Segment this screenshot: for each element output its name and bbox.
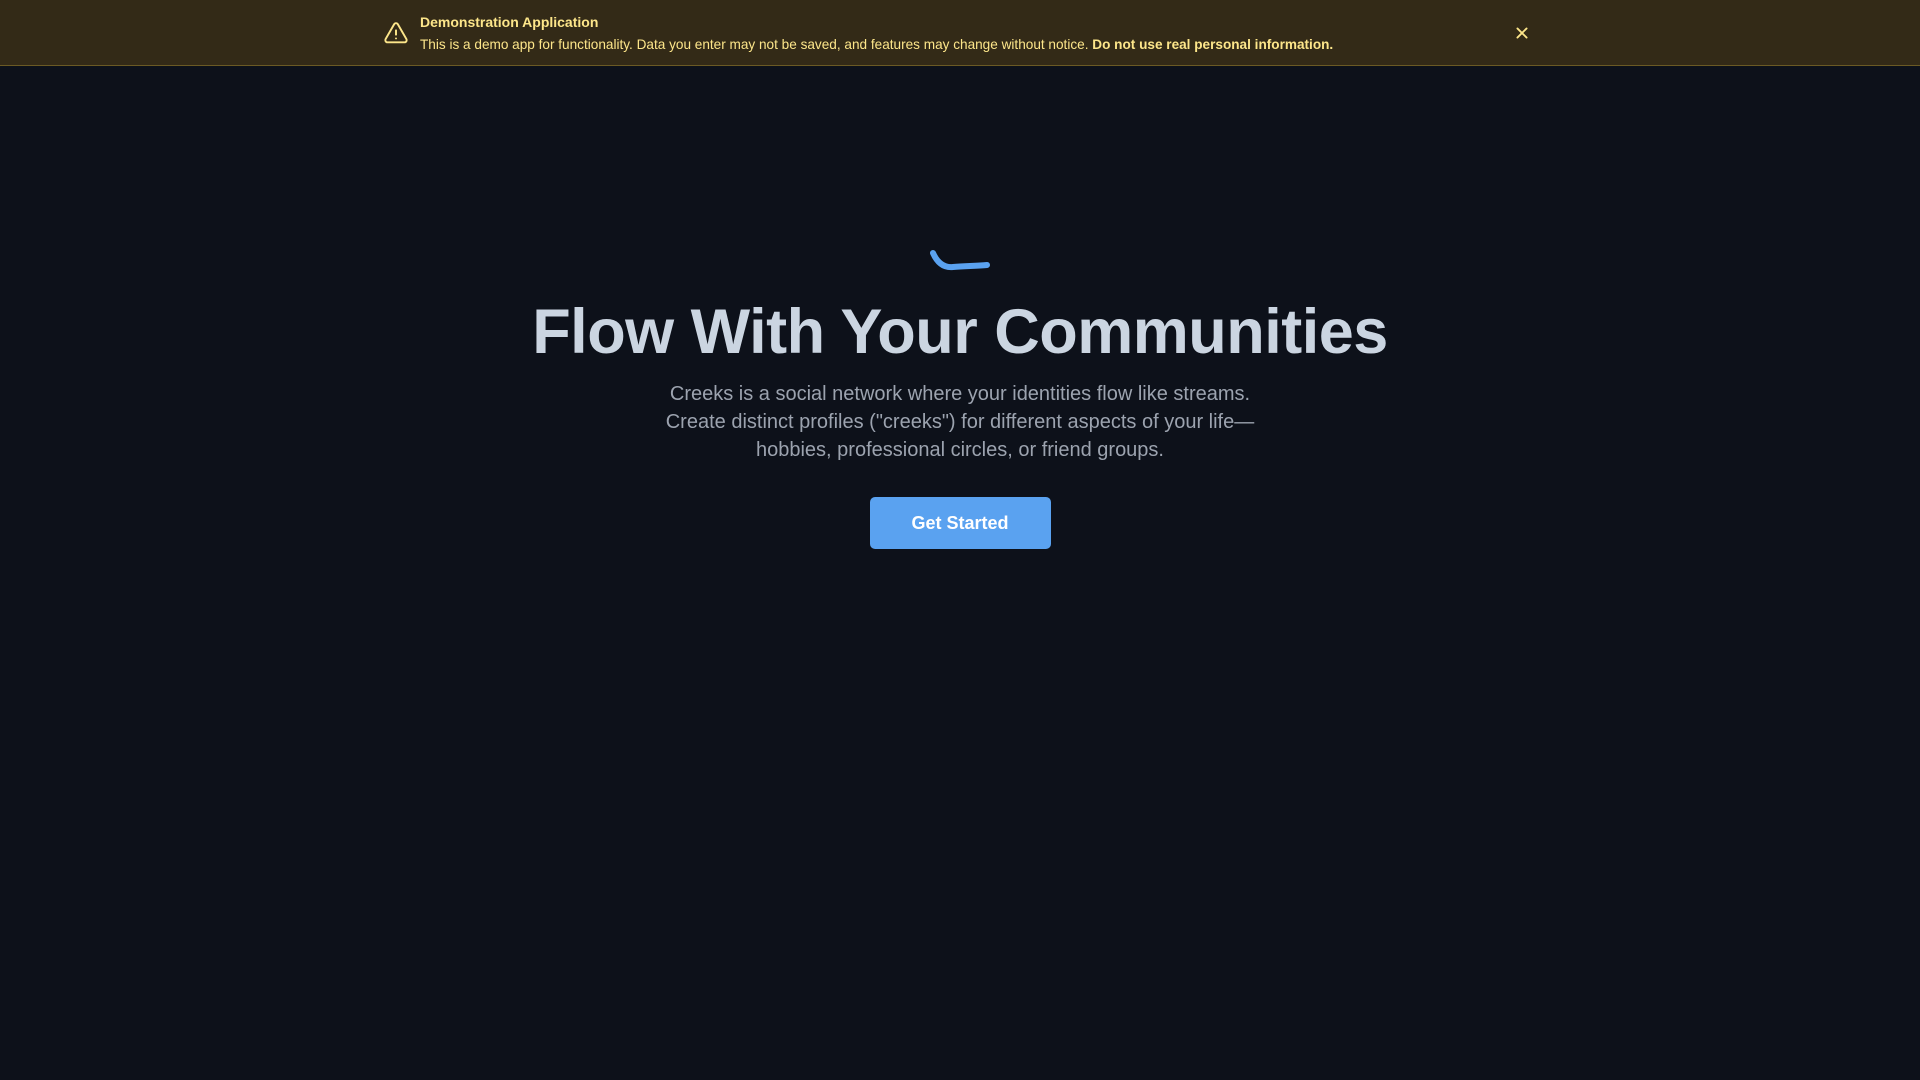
banner-content: Demonstration Application This is a demo… [383, 14, 1533, 54]
close-banner-button[interactable] [1511, 22, 1533, 44]
hero-description: Creeks is a social network where your id… [620, 380, 1300, 464]
creek-wave-icon [930, 250, 990, 271]
hero-description-line: hobbies, professional circles, or friend… [756, 439, 1164, 461]
banner-message-emphasis: Do not use real personal information. [1092, 37, 1334, 52]
close-icon [1516, 27, 1528, 39]
banner-message-text: This is a demo app for functionality. Da… [420, 37, 1089, 52]
demo-warning-banner: Demonstration Application This is a demo… [0, 0, 1920, 66]
hero-description-line: Create distinct profiles ("creeks") for … [665, 411, 1255, 433]
banner-text: Demonstration Application This is a demo… [420, 14, 1470, 53]
page-title: Flow With Your Communities [532, 297, 1388, 367]
hero-section: Flow With Your Communities Creeks is a s… [0, 240, 1920, 549]
get-started-button[interactable]: Get Started [869, 497, 1051, 549]
hero-description-line: Creeks is a social network where your id… [669, 383, 1251, 405]
banner-title: Demonstration Application [420, 14, 599, 30]
banner-message: This is a demo app for functionality. Da… [420, 37, 1470, 53]
warning-triangle-icon [383, 20, 409, 46]
